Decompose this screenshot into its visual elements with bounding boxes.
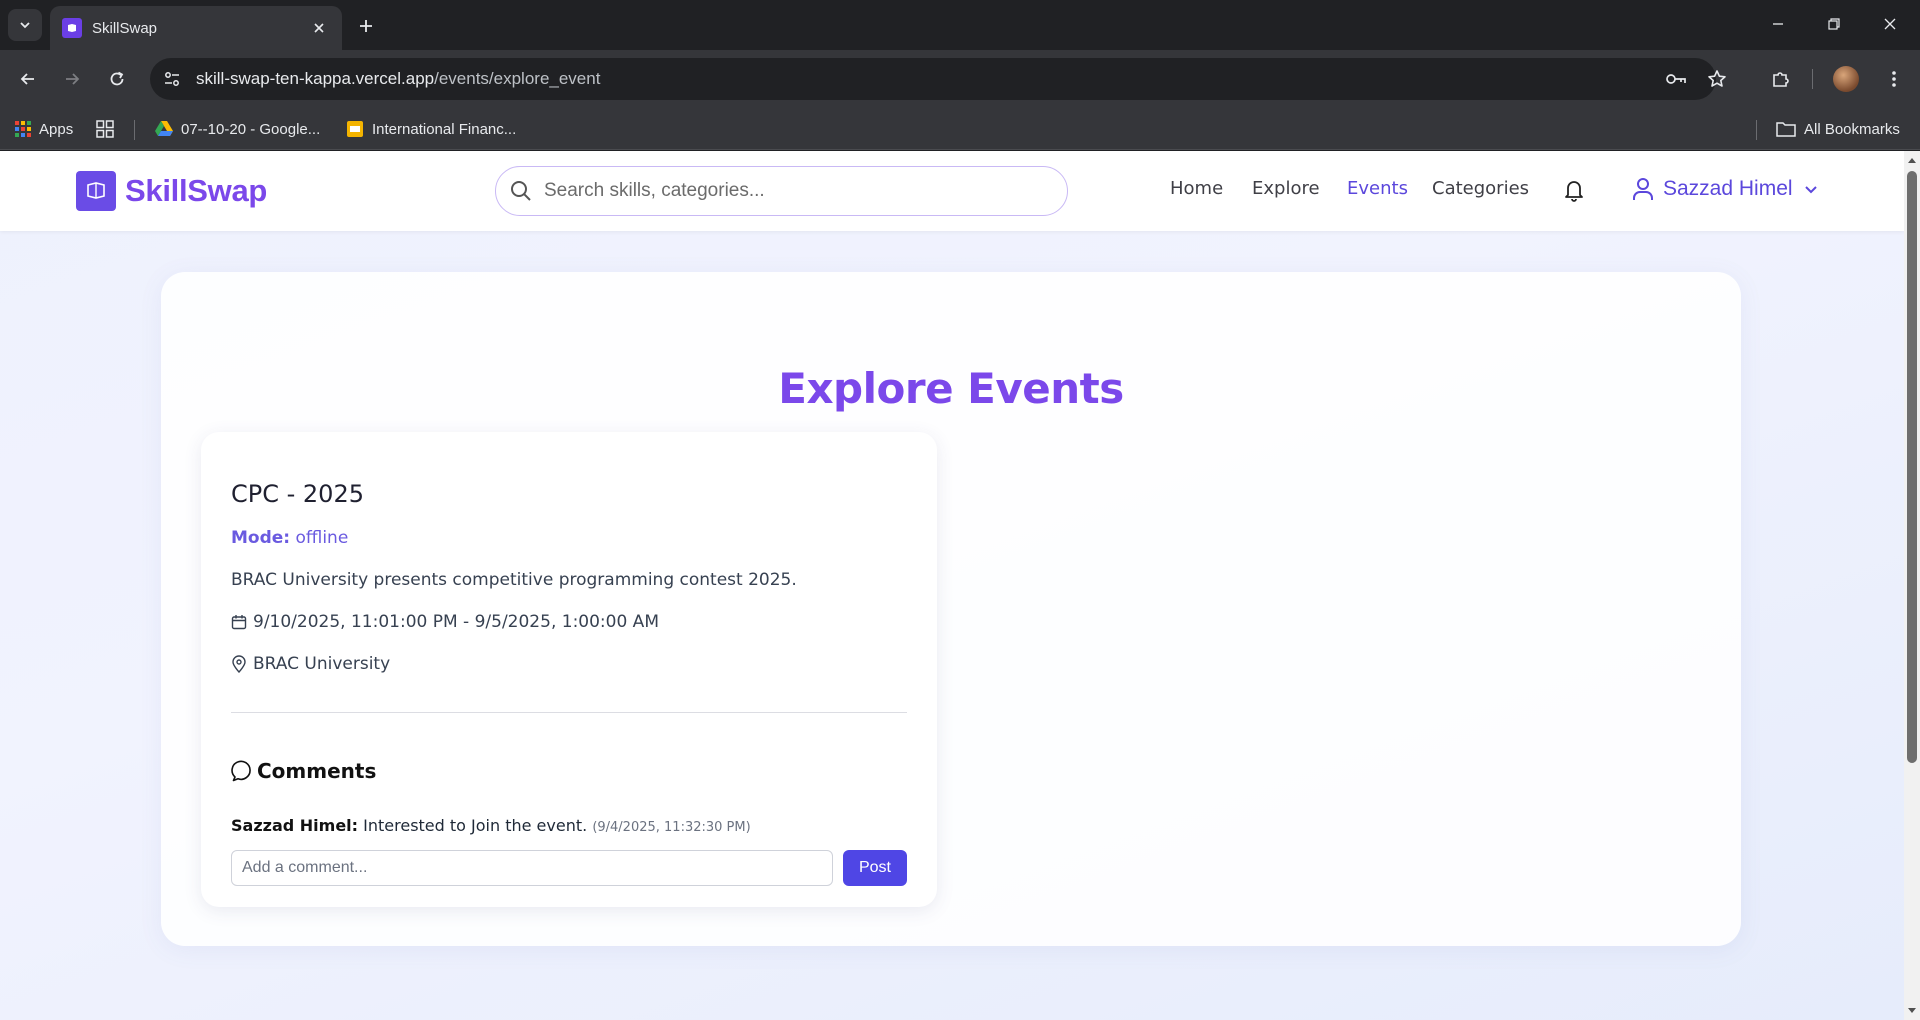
event-mode: Mode: offline	[231, 528, 348, 548]
nav-categories[interactable]: Categories	[1432, 178, 1529, 199]
brand-name: SkillSwap	[125, 173, 268, 208]
search-icon	[511, 181, 531, 201]
minimize-window-icon[interactable]	[1750, 0, 1806, 48]
event-location-row: BRAC University	[231, 654, 390, 674]
calendar-icon	[231, 615, 247, 630]
folder-icon	[1776, 122, 1796, 137]
reload-icon[interactable]	[101, 63, 133, 95]
page-scrollbar[interactable]	[1904, 151, 1920, 1020]
chevron-down-icon	[20, 22, 30, 29]
tab-search-button[interactable]	[8, 9, 42, 41]
bookmarks-separator-right	[1756, 120, 1757, 140]
bookmark-apps-label: Apps	[39, 120, 74, 138]
bookmarks-separator	[134, 120, 135, 140]
browser-toolbar: skill-swap-ten-kappa.vercel.app/events/e…	[0, 50, 1920, 108]
speech-bubble-icon	[231, 760, 251, 782]
forward-arrow-icon[interactable]	[56, 63, 88, 95]
toolbar-separator	[1812, 69, 1813, 89]
user-icon	[1633, 178, 1653, 200]
comment-input[interactable]	[231, 850, 833, 886]
user-menu[interactable]: Sazzad Himel	[1632, 177, 1819, 201]
tab-title: SkillSwap	[92, 19, 158, 37]
password-key-icon[interactable]	[1660, 63, 1692, 95]
comment-author: Sazzad Himel:	[231, 816, 359, 835]
site-info-tune-icon[interactable]	[156, 63, 188, 95]
url-text: skill-swap-ten-kappa.vercel.app/events/e…	[196, 69, 600, 89]
skillswap-favicon-icon	[62, 18, 82, 38]
scroll-down-arrow-icon[interactable]	[1907, 1006, 1917, 1016]
nav-events[interactable]: Events	[1347, 178, 1408, 199]
event-card: CPC - 2025 Mode: offline BRAC University…	[201, 432, 937, 907]
event-description: BRAC University presents competitive pro…	[231, 570, 797, 590]
google-drive-icon	[155, 121, 173, 136]
url-host: skill-swap-ten-kappa.vercel.app	[196, 69, 435, 88]
restore-window-icon[interactable]	[1806, 0, 1862, 48]
all-bookmarks-label: All Bookmarks	[1804, 120, 1900, 138]
card-divider	[231, 712, 907, 713]
page-title: Explore Events	[778, 364, 1124, 413]
browser-menu-kebab-icon[interactable]	[1878, 63, 1910, 95]
google-slides-icon	[347, 121, 363, 137]
comments-heading: Comments	[231, 759, 376, 783]
browser-tab-active[interactable]: SkillSwap	[50, 6, 342, 50]
bookmark-star-icon[interactable]	[1701, 63, 1733, 95]
back-arrow-icon[interactable]	[12, 63, 44, 95]
all-bookmarks-button[interactable]: All Bookmarks	[1776, 117, 1900, 141]
event-datetime: 9/10/2025, 11:01:00 PM - 9/5/2025, 1:00:…	[253, 612, 659, 632]
browser-tabstrip: SkillSwap	[0, 0, 1920, 50]
comment-timestamp: (9/4/2025, 11:32:30 PM)	[592, 820, 751, 835]
bookmark-google-drive[interactable]: 07--10-20 - Google...	[155, 117, 320, 141]
nav-explore[interactable]: Explore	[1252, 178, 1320, 199]
event-mode-label: Mode:	[231, 528, 291, 548]
nav-home[interactable]: Home	[1170, 178, 1223, 199]
bookmarks-bar: Apps 07--10-20 - Google... International…	[0, 108, 1920, 150]
site-search[interactable]	[495, 166, 1068, 216]
page-viewport: SkillSwap Home Explore Events Categories…	[0, 151, 1904, 1020]
new-tab-plus-icon[interactable]	[352, 12, 380, 40]
chevron-down-icon	[1804, 186, 1817, 194]
events-panel: Explore Events CPC - 2025 Mode: offline …	[161, 272, 1741, 946]
comment-text: Interested to Join the event.	[363, 816, 588, 835]
user-name: Sazzad Himel	[1663, 177, 1793, 200]
event-datetime-row: 9/10/2025, 11:01:00 PM - 9/5/2025, 1:00:…	[231, 612, 659, 632]
notifications-bell-icon[interactable]	[1560, 176, 1588, 204]
event-mode-value: offline	[295, 528, 349, 548]
event-location: BRAC University	[253, 654, 391, 674]
address-bar[interactable]: skill-swap-ten-kappa.vercel.app/events/e…	[150, 58, 1726, 100]
comments-heading-text: Comments	[257, 759, 377, 783]
post-comment-button[interactable]: Post	[843, 850, 907, 886]
site-navbar: SkillSwap Home Explore Events Categories…	[0, 151, 1904, 231]
apps-grid-icon	[15, 121, 31, 137]
scrollbar-thumb[interactable]	[1907, 171, 1917, 763]
avatar-image	[1833, 66, 1859, 92]
event-title: CPC - 2025	[231, 480, 364, 508]
profile-avatar[interactable]	[1830, 63, 1862, 95]
scroll-up-arrow-icon[interactable]	[1907, 155, 1917, 165]
site-logo[interactable]: SkillSwap	[76, 171, 267, 211]
bookmark-slides-label: International Financ...	[372, 120, 517, 138]
extensions-puzzle-icon[interactable]	[1765, 63, 1797, 95]
map-pin-icon	[232, 655, 246, 673]
bookmark-apps[interactable]: Apps	[15, 117, 73, 141]
bookmark-google-slides[interactable]: International Financ...	[346, 117, 516, 141]
comment-item: Sazzad Himel: Interested to Join the eve…	[231, 816, 751, 835]
close-window-icon[interactable]	[1862, 0, 1918, 48]
bookmark-drive-label: 07--10-20 - Google...	[181, 120, 321, 138]
url-path: /events/explore_event	[434, 69, 601, 88]
skillswap-logo-icon	[76, 171, 116, 211]
close-tab-icon[interactable]	[308, 17, 330, 39]
search-input[interactable]	[544, 180, 1024, 202]
tab-groups-icon[interactable]	[96, 117, 114, 141]
